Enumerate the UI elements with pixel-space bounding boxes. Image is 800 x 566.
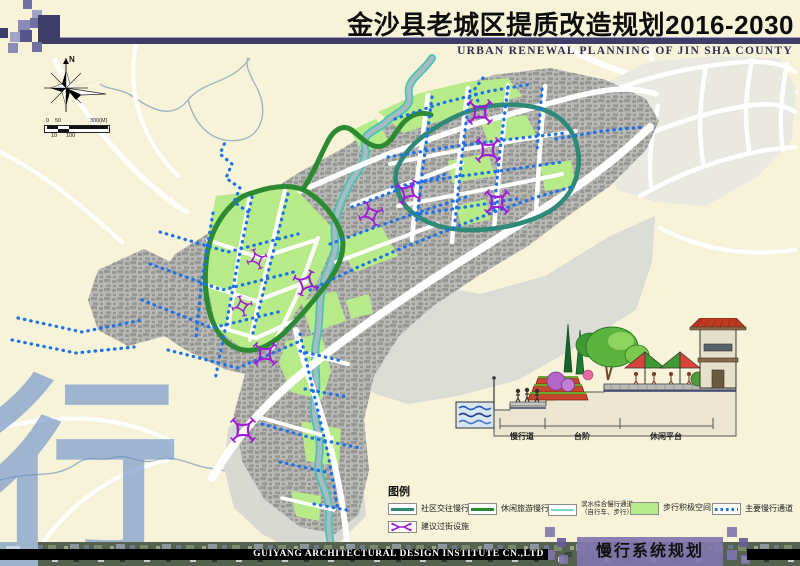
legend-item-active-space: 步行积极空间 <box>630 502 711 515</box>
company-bar: GUIYANG ARCHITECTURAL DESIGN INSTITUTE C… <box>0 549 548 560</box>
legend-item-waterfront-corridor: 滨水综合慢行通道 （自行车、步行） <box>548 501 633 516</box>
crossing-legend-icon <box>389 522 414 532</box>
north-label: N <box>69 55 75 64</box>
legend-item-crossing-facility: 建议过街设施 <box>388 521 469 533</box>
scale-bar-graphic <box>44 125 110 133</box>
water-body <box>456 402 494 428</box>
scale-10: 10 <box>51 133 57 139</box>
plan-name-box: 慢行系统规划 <box>577 537 723 566</box>
planning-map <box>0 0 800 566</box>
section-label-walkway: 慢行道 <box>510 431 534 442</box>
pedestrians <box>516 388 539 402</box>
waterfront-section-illustration: 慢行道 台阶 休闲平台 <box>440 318 800 458</box>
legend-item-main-corridor: 主要慢行通道 <box>712 503 793 515</box>
scale-100: 100 <box>66 133 75 139</box>
planning-poster: 金沙县老城区提质改造规划2016-2030 URBAN RENEWAL PLAN… <box>0 0 800 566</box>
scale-bar: 0 50 300(M) 10 100 <box>44 118 116 140</box>
legend-title: 图例 <box>388 483 410 499</box>
section-label-platform: 休闲平台 <box>650 431 682 442</box>
right-black-bar <box>747 549 800 560</box>
section-label-steps: 台阶 <box>574 431 590 442</box>
page-subtitle: URBAN RENEWAL PLANNING OF JIN SHA COUNTY <box>457 45 793 57</box>
page-title: 金沙县老城区提质改造规划2016-2030 <box>347 5 794 42</box>
scale-0: 0 <box>46 118 49 124</box>
scale-50: 50 <box>55 118 61 124</box>
scale-300: 300(M) <box>90 118 107 124</box>
